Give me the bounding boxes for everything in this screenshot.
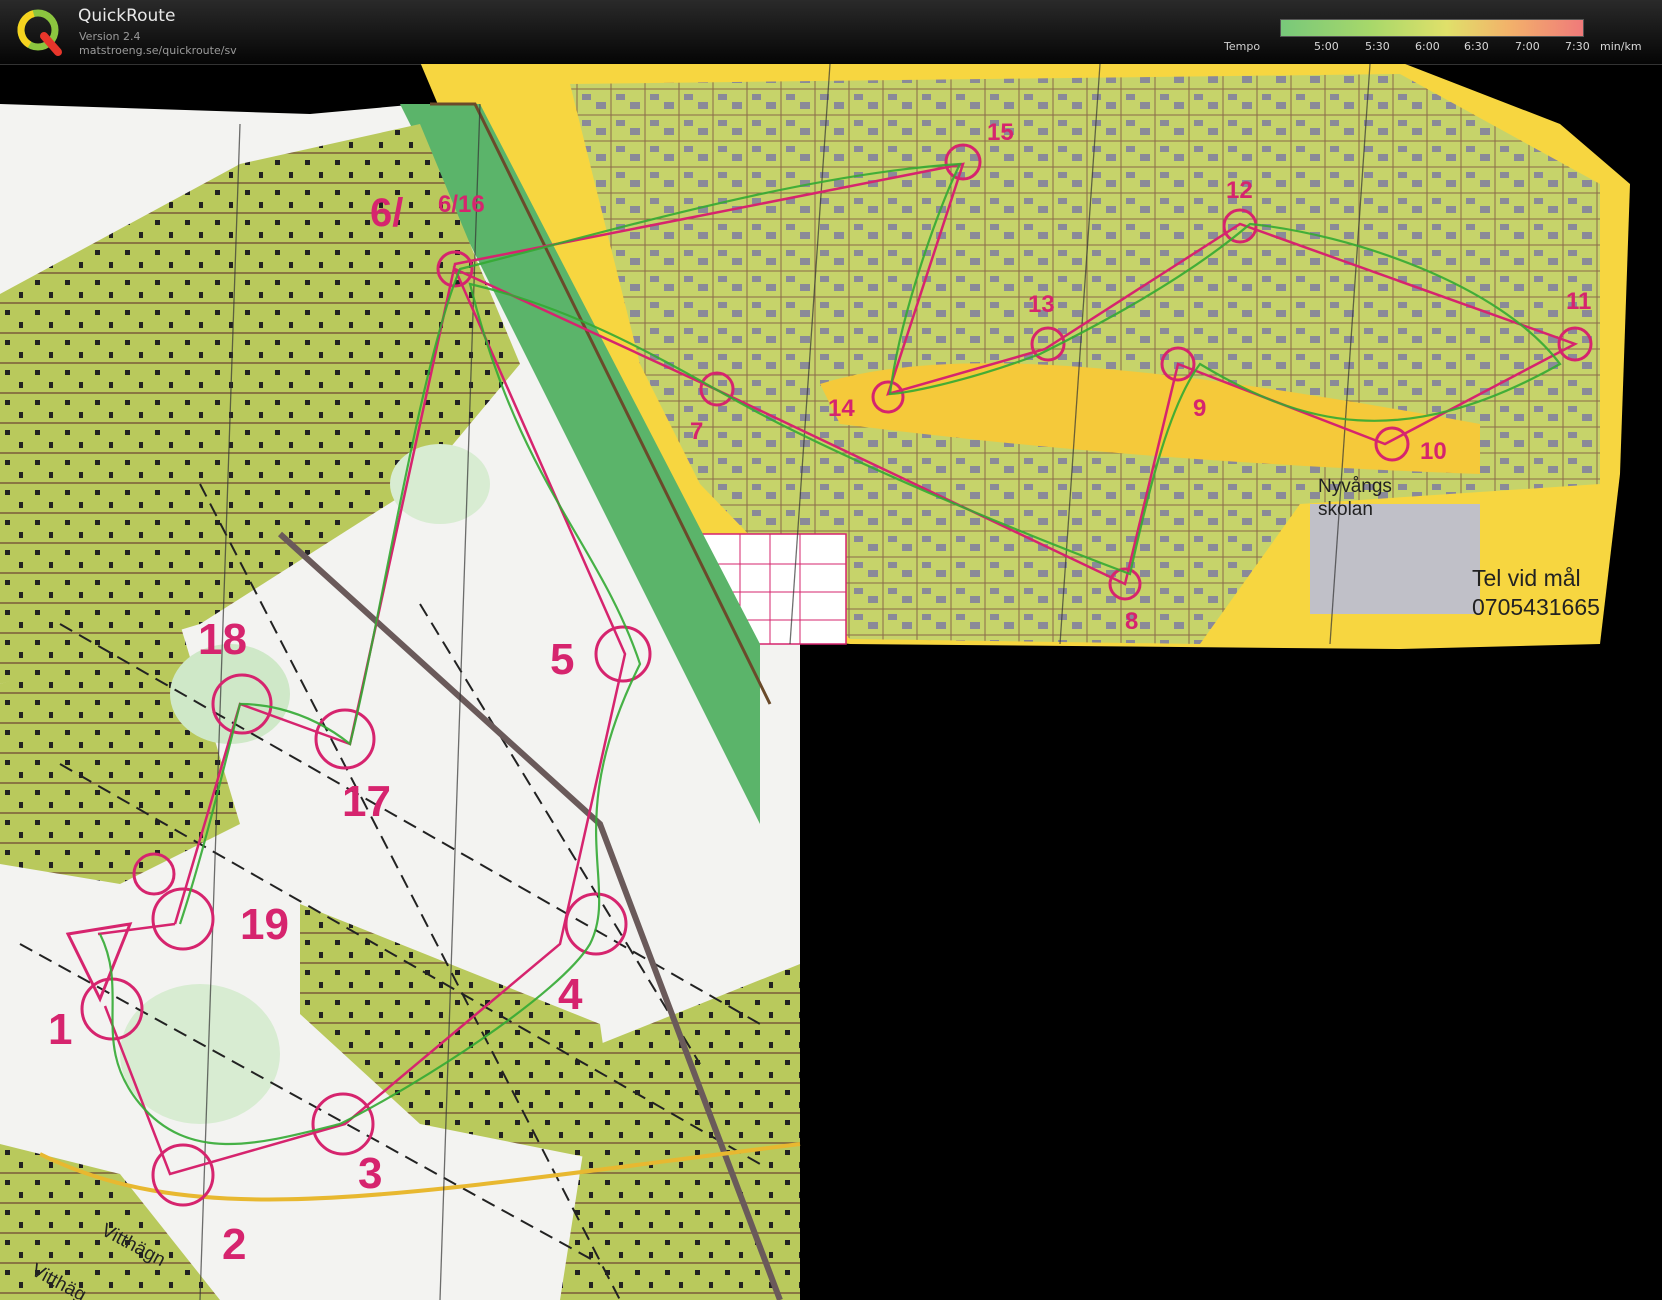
phone-label: Tel vid mål: [1472, 565, 1581, 591]
control-number-19: 19: [240, 900, 289, 949]
title-bar: QuickRoute Version 2.4 matstroeng.se/qui…: [0, 0, 1662, 65]
control-number-6: 6/: [370, 191, 403, 235]
tempo-color-scale: [1280, 19, 1584, 37]
orienteering-map[interactable]: 1 2 3 4 5 6/ 6/16 7 8 9 10 11 12 13 14 1…: [0, 64, 1662, 1300]
control-number-6-16: 6/16: [438, 191, 485, 218]
control-number-14: 14: [828, 395, 855, 422]
tempo-tick: 5:00: [1314, 40, 1339, 53]
app-version: Version 2.4: [79, 30, 141, 43]
tempo-tick: 7:00: [1515, 40, 1540, 53]
control-number-15: 15: [987, 119, 1014, 146]
control-number-3: 3: [358, 1149, 382, 1198]
control-number-18: 18: [198, 615, 247, 664]
school-label-line2: skolan: [1318, 499, 1373, 520]
app-title: QuickRoute: [78, 6, 176, 26]
app-url[interactable]: matstroeng.se/quickroute/sv: [79, 44, 237, 57]
control-number-10: 10: [1420, 438, 1447, 465]
tempo-label: Tempo: [1224, 40, 1261, 53]
tempo-unit: min/km: [1600, 40, 1642, 53]
empty-canvas-area: [812, 654, 1662, 1300]
tempo-tick: 5:30: [1365, 40, 1390, 53]
control-number-4: 4: [558, 970, 583, 1019]
tempo-tick: 6:00: [1415, 40, 1440, 53]
control-number-5: 5: [550, 635, 574, 684]
control-number-13: 13: [1028, 291, 1055, 318]
tempo-tick: 6:30: [1464, 40, 1489, 53]
control-number-1: 1: [48, 1005, 72, 1054]
tempo-ticks: 5:00 5:30 6:00 6:30 7:00 7:30 min/km: [1280, 40, 1660, 54]
phone-number: 0705431665: [1472, 594, 1600, 620]
school-label-line1: Nyvångs: [1318, 476, 1392, 497]
control-number-8: 8: [1125, 608, 1138, 635]
control-number-17: 17: [342, 777, 391, 826]
control-number-2: 2: [222, 1220, 246, 1269]
control-number-9: 9: [1193, 395, 1206, 422]
control-number-11: 11: [1566, 288, 1591, 315]
map-canvas[interactable]: 1 2 3 4 5 6/ 6/16 7 8 9 10 11 12 13 14 1…: [0, 64, 1662, 1300]
control-number-7: 7: [690, 418, 703, 445]
tempo-tick: 7:30: [1565, 40, 1590, 53]
control-number-12: 12: [1226, 177, 1253, 204]
quickroute-logo-icon: [17, 9, 62, 56]
